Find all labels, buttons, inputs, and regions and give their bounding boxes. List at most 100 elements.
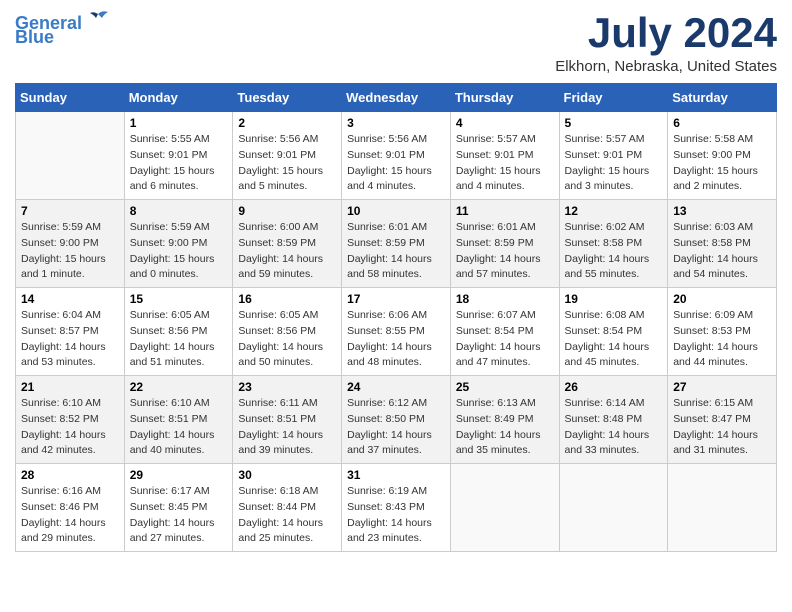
header-saturday: Saturday	[668, 84, 777, 112]
day-number: 13	[673, 204, 771, 218]
location: Elkhorn, Nebraska, United States	[555, 58, 777, 75]
page-header: General Blue July 2024 Elkhorn, Nebraska…	[15, 10, 777, 75]
day-number: 19	[565, 292, 663, 306]
calendar-day-cell: 12 Sunrise: 6:02 AMSunset: 8:58 PMDayligh…	[559, 200, 668, 288]
day-number: 25	[456, 380, 554, 394]
day-number: 5	[565, 116, 663, 130]
header-friday: Friday	[559, 84, 668, 112]
calendar-day-cell: 18 Sunrise: 6:07 AMSunset: 8:54 PMDayligh…	[450, 288, 559, 376]
day-number: 1	[130, 116, 228, 130]
day-info: Sunrise: 6:13 AMSunset: 8:49 PMDaylight:…	[456, 396, 554, 459]
calendar-day-cell: 13 Sunrise: 6:03 AMSunset: 8:58 PMDayligh…	[668, 200, 777, 288]
calendar-day-cell: 2Sunrise: 5:56 AMSunset: 9:01 PMDaylight…	[233, 112, 342, 200]
day-number: 12	[565, 204, 663, 218]
calendar-day-cell: 15 Sunrise: 6:05 AMSunset: 8:56 PMDayligh…	[124, 288, 233, 376]
calendar-day-cell	[450, 464, 559, 552]
header-tuesday: Tuesday	[233, 84, 342, 112]
day-number: 14	[21, 292, 119, 306]
calendar-day-cell	[16, 112, 125, 200]
day-info: Sunrise: 6:12 AMSunset: 8:50 PMDaylight:…	[347, 396, 445, 459]
month-title: July 2024	[555, 10, 777, 56]
calendar-header-row: SundayMondayTuesdayWednesdayThursdayFrid…	[16, 84, 777, 112]
calendar-day-cell	[559, 464, 668, 552]
calendar-day-cell: 26Sunrise: 6:14 AMSunset: 8:48 PMDayligh…	[559, 376, 668, 464]
day-number: 30	[238, 468, 336, 482]
day-info: Sunrise: 6:03 AMSunset: 8:58 PMDaylight:…	[673, 220, 771, 283]
calendar-day-cell: 7Sunrise: 5:59 AMSunset: 9:00 PMDaylight…	[16, 200, 125, 288]
day-number: 6	[673, 116, 771, 130]
header-wednesday: Wednesday	[342, 84, 451, 112]
day-number: 21	[21, 380, 119, 394]
day-info: Sunrise: 6:05 AMSunset: 8:56 PMDaylight:…	[238, 308, 336, 371]
calendar-day-cell: 25 Sunrise: 6:13 AMSunset: 8:49 PMDayligh…	[450, 376, 559, 464]
day-number: 8	[130, 204, 228, 218]
day-number: 26	[565, 380, 663, 394]
day-info: Sunrise: 5:59 AMSunset: 9:00 PMDaylight:…	[21, 220, 119, 283]
calendar-day-cell: 9 Sunrise: 6:00 AMSunset: 8:59 PMDaylight…	[233, 200, 342, 288]
calendar-day-cell: 14 Sunrise: 6:04 AMSunset: 8:57 PMDayligh…	[16, 288, 125, 376]
day-number: 15	[130, 292, 228, 306]
day-info: Sunrise: 5:57 AMSunset: 9:01 PMDaylight:…	[565, 132, 663, 195]
day-number: 22	[130, 380, 228, 394]
calendar-week-row: 14 Sunrise: 6:04 AMSunset: 8:57 PMDayligh…	[16, 288, 777, 376]
day-info: Sunrise: 6:07 AMSunset: 8:54 PMDaylight:…	[456, 308, 554, 371]
day-info: Sunrise: 6:05 AMSunset: 8:56 PMDaylight:…	[130, 308, 228, 371]
day-number: 23	[238, 380, 336, 394]
header-sunday: Sunday	[16, 84, 125, 112]
day-info: Sunrise: 6:01 AMSunset: 8:59 PMDaylight:…	[347, 220, 445, 283]
calendar-day-cell: 10 Sunrise: 6:01 AMSunset: 8:59 PMDayligh…	[342, 200, 451, 288]
day-info: Sunrise: 6:17 AMSunset: 8:45 PMDaylight:…	[130, 484, 228, 547]
day-info: Sunrise: 6:19 AMSunset: 8:43 PMDaylight:…	[347, 484, 445, 547]
day-info: Sunrise: 5:59 AMSunset: 9:00 PMDaylight:…	[130, 220, 228, 283]
day-info: Sunrise: 6:00 AMSunset: 8:59 PMDaylight:…	[238, 220, 336, 283]
day-info: Sunrise: 6:15 AMSunset: 8:47 PMDaylight:…	[673, 396, 771, 459]
day-info: Sunrise: 5:55 AMSunset: 9:01 PMDaylight:…	[130, 132, 228, 195]
day-info: Sunrise: 6:06 AMSunset: 8:55 PMDaylight:…	[347, 308, 445, 371]
calendar-day-cell: 19Sunrise: 6:08 AMSunset: 8:54 PMDayligh…	[559, 288, 668, 376]
header-monday: Monday	[124, 84, 233, 112]
logo: General Blue	[15, 14, 112, 46]
day-number: 9	[238, 204, 336, 218]
day-number: 31	[347, 468, 445, 482]
calendar-day-cell: 23 Sunrise: 6:11 AMSunset: 8:51 PMDayligh…	[233, 376, 342, 464]
day-number: 17	[347, 292, 445, 306]
calendar-day-cell: 5 Sunrise: 5:57 AMSunset: 9:01 PMDaylight…	[559, 112, 668, 200]
calendar-week-row: 1 Sunrise: 5:55 AMSunset: 9:01 PMDaylight…	[16, 112, 777, 200]
calendar-day-cell: 27 Sunrise: 6:15 AMSunset: 8:47 PMDayligh…	[668, 376, 777, 464]
calendar-day-cell: 31 Sunrise: 6:19 AMSunset: 8:43 PMDayligh…	[342, 464, 451, 552]
calendar-week-row: 28Sunrise: 6:16 AMSunset: 8:46 PMDayligh…	[16, 464, 777, 552]
calendar-day-cell: 6 Sunrise: 5:58 AMSunset: 9:00 PMDaylight…	[668, 112, 777, 200]
day-info: Sunrise: 6:04 AMSunset: 8:57 PMDaylight:…	[21, 308, 119, 371]
calendar-day-cell: 4Sunrise: 5:57 AMSunset: 9:01 PMDaylight…	[450, 112, 559, 200]
calendar-day-cell: 17 Sunrise: 6:06 AMSunset: 8:55 PMDayligh…	[342, 288, 451, 376]
day-info: Sunrise: 6:10 AMSunset: 8:52 PMDaylight:…	[21, 396, 119, 459]
day-info: Sunrise: 6:09 AMSunset: 8:53 PMDaylight:…	[673, 308, 771, 371]
calendar-day-cell: 20 Sunrise: 6:09 AMSunset: 8:53 PMDayligh…	[668, 288, 777, 376]
day-info: Sunrise: 6:11 AMSunset: 8:51 PMDaylight:…	[238, 396, 336, 459]
calendar-week-row: 7Sunrise: 5:59 AMSunset: 9:00 PMDaylight…	[16, 200, 777, 288]
title-block: July 2024 Elkhorn, Nebraska, United Stat…	[555, 10, 777, 75]
day-info: Sunrise: 6:02 AMSunset: 8:58 PMDaylight:…	[565, 220, 663, 283]
calendar-day-cell: 8 Sunrise: 5:59 AMSunset: 9:00 PMDaylight…	[124, 200, 233, 288]
day-number: 3	[347, 116, 445, 130]
calendar-day-cell: 1 Sunrise: 5:55 AMSunset: 9:01 PMDaylight…	[124, 112, 233, 200]
day-info: Sunrise: 5:56 AMSunset: 9:01 PMDaylight:…	[347, 132, 445, 195]
day-info: Sunrise: 5:57 AMSunset: 9:01 PMDaylight:…	[456, 132, 554, 195]
calendar-day-cell: 22Sunrise: 6:10 AMSunset: 8:51 PMDayligh…	[124, 376, 233, 464]
calendar-day-cell: 3 Sunrise: 5:56 AMSunset: 9:01 PMDaylight…	[342, 112, 451, 200]
day-number: 11	[456, 204, 554, 218]
day-info: Sunrise: 5:58 AMSunset: 9:00 PMDaylight:…	[673, 132, 771, 195]
calendar-day-cell: 16Sunrise: 6:05 AMSunset: 8:56 PMDayligh…	[233, 288, 342, 376]
calendar-day-cell: 21 Sunrise: 6:10 AMSunset: 8:52 PMDayligh…	[16, 376, 125, 464]
day-number: 28	[21, 468, 119, 482]
calendar-week-row: 21 Sunrise: 6:10 AMSunset: 8:52 PMDayligh…	[16, 376, 777, 464]
day-number: 27	[673, 380, 771, 394]
day-number: 20	[673, 292, 771, 306]
calendar-day-cell: 11Sunrise: 6:01 AMSunset: 8:59 PMDayligh…	[450, 200, 559, 288]
day-number: 10	[347, 204, 445, 218]
day-number: 18	[456, 292, 554, 306]
calendar-day-cell: 30Sunrise: 6:18 AMSunset: 8:44 PMDayligh…	[233, 464, 342, 552]
calendar-day-cell: 29 Sunrise: 6:17 AMSunset: 8:45 PMDayligh…	[124, 464, 233, 552]
day-number: 29	[130, 468, 228, 482]
day-number: 24	[347, 380, 445, 394]
